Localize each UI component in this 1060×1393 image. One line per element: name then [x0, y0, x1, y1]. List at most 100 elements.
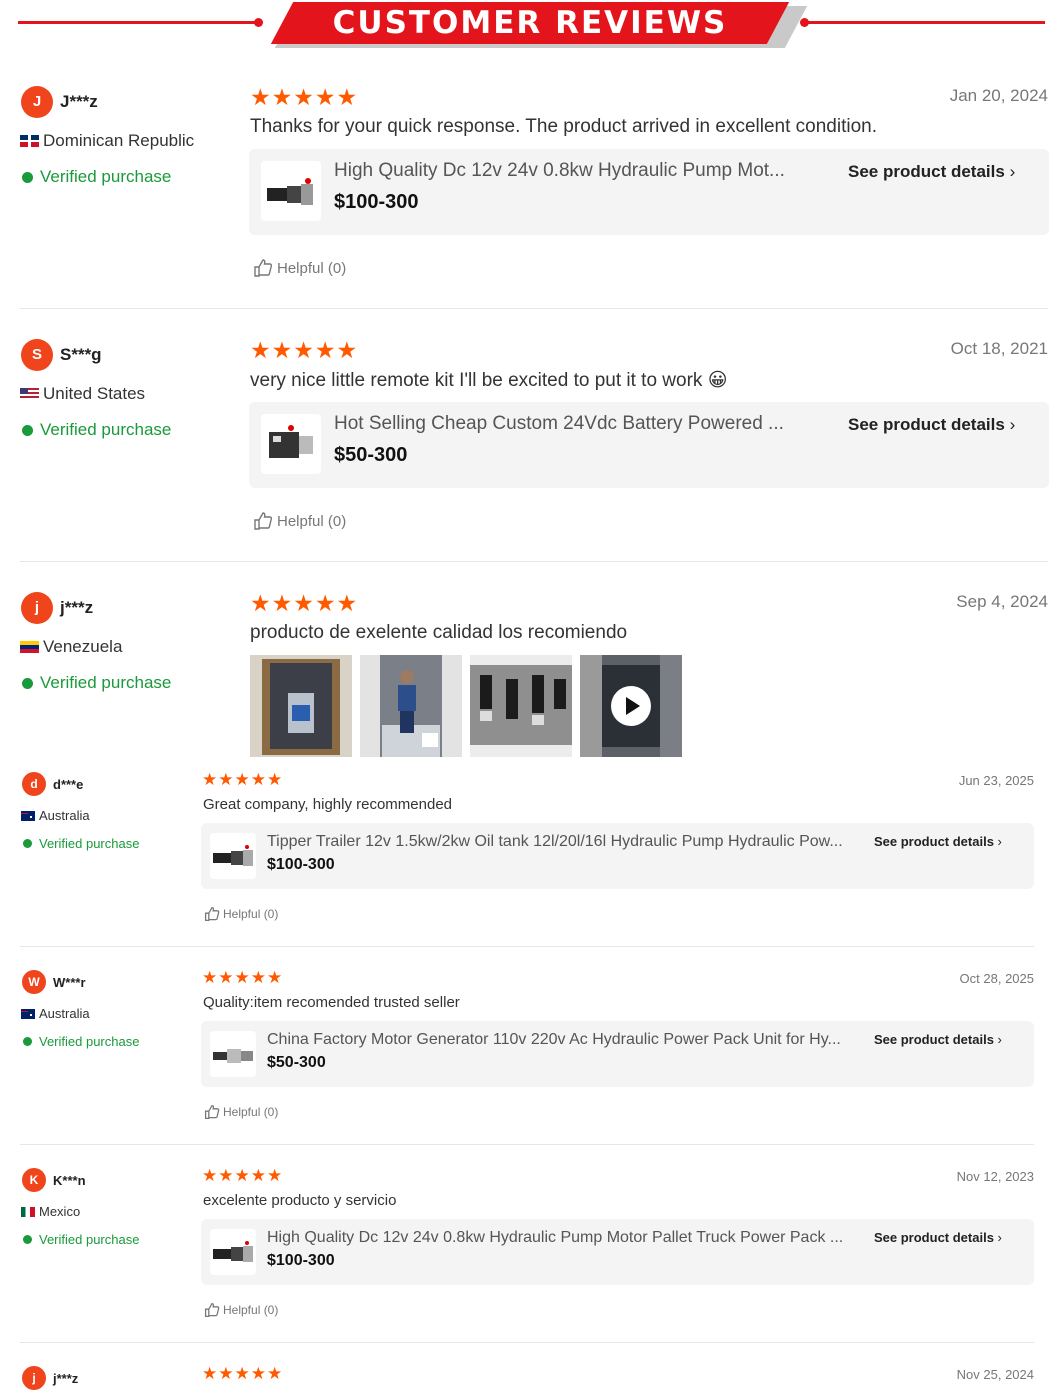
product-price: $100-300: [267, 1252, 335, 1269]
review-text: excelente producto y servicio: [203, 1192, 397, 1209]
product-thumbnail[interactable]: [261, 414, 321, 474]
helpful-label[interactable]: Helpful (0): [223, 907, 278, 921]
review-divider: [20, 1342, 1034, 1343]
see-product-details-link[interactable]: See product details ›: [874, 834, 1002, 849]
helpful-label[interactable]: Helpful (0): [223, 1105, 278, 1119]
review-text: Quality:item recomended trusted seller: [203, 994, 460, 1011]
star-rating: ★★★★★: [202, 1364, 284, 1383]
see-product-details-label[interactable]: See product details: [874, 834, 994, 849]
review-photo[interactable]: [250, 655, 352, 757]
verified-label: Verified purchase: [39, 1034, 140, 1049]
star-rating: ★★★★★: [202, 968, 284, 987]
reviewer-name: j***z: [53, 1371, 79, 1386]
chevron-right-icon: ›: [1009, 415, 1016, 434]
product-name[interactable]: High Quality Dc 12v 24v 0.8kw Hydraulic …: [334, 160, 839, 182]
thumbs-up-icon: [204, 906, 220, 922]
flag-united-states-icon: [20, 388, 39, 400]
flag-australia-icon: [21, 810, 35, 821]
reviewer-country: United States: [20, 384, 145, 404]
header-dot-left: [254, 18, 263, 27]
verified-label: Verified purchase: [39, 836, 140, 851]
product-thumbnail[interactable]: [210, 833, 256, 879]
review-date: Jun 23, 2025: [958, 773, 1034, 788]
reviewer-name: W***r: [53, 975, 86, 990]
product-thumbnail[interactable]: [261, 161, 321, 221]
see-product-details-label[interactable]: See product details: [874, 1230, 994, 1245]
see-product-details-link[interactable]: See product details ›: [848, 162, 1015, 182]
reviewer-name: d***e: [53, 777, 84, 792]
review-date: Nov 12, 2023: [956, 1169, 1034, 1184]
reviewer-name: j***z: [60, 598, 94, 617]
country-label: Venezuela: [43, 637, 123, 656]
see-product-details-link[interactable]: See product details ›: [874, 1230, 1002, 1245]
product-card[interactable]: High Quality Dc 12v 24v 0.8kw Hydraulic …: [249, 149, 1049, 235]
reviewer-name: J***z: [60, 92, 98, 111]
review-date: Jan 20, 2024: [949, 86, 1048, 105]
reviewer-country: Mexico: [21, 1204, 80, 1219]
header-dot-right: [800, 18, 809, 27]
see-product-details-link[interactable]: See product details ›: [848, 415, 1015, 435]
header-line-left: [18, 21, 258, 24]
verified-badge: Verified purchase: [22, 167, 171, 187]
helpful-label[interactable]: Helpful (0): [277, 513, 346, 530]
product-price: $100-300: [267, 856, 335, 873]
helpful-button[interactable]: Helpful (0): [253, 258, 346, 278]
verified-check-icon: [23, 1037, 32, 1046]
product-card[interactable]: Hot Selling Cheap Custom 24Vdc Battery P…: [249, 402, 1049, 488]
review-photo[interactable]: [360, 655, 462, 757]
helpful-button[interactable]: Helpful (0): [204, 1302, 278, 1318]
avatar: W: [22, 970, 46, 994]
product-name[interactable]: High Quality Dc 12v 24v 0.8kw Hydraulic …: [267, 1229, 862, 1247]
chevron-right-icon: ›: [1009, 162, 1016, 181]
helpful-label[interactable]: Helpful (0): [277, 260, 346, 277]
flag-australia-icon: [21, 1008, 35, 1019]
verified-label: Verified purchase: [40, 673, 172, 692]
flag-venezuela-icon: [20, 641, 39, 653]
page-title: CUSTOMER REVIEWS: [332, 5, 728, 41]
reviewer-country: Dominican Republic: [20, 131, 194, 151]
thumbs-up-icon: [204, 1302, 220, 1318]
product-name[interactable]: Tipper Trailer 12v 1.5kw/2kw Oil tank 12…: [267, 833, 862, 851]
product-name[interactable]: China Factory Motor Generator 110v 220v …: [267, 1031, 862, 1049]
reviews-header: CUSTOMER REVIEWS: [0, 0, 1060, 50]
product-price: $50-300: [334, 444, 408, 466]
helpful-label[interactable]: Helpful (0): [223, 1303, 278, 1317]
review-photo[interactable]: [470, 655, 572, 757]
country-label: Dominican Republic: [43, 131, 195, 150]
country-label: Mexico: [39, 1204, 81, 1219]
product-card[interactable]: China Factory Motor Generator 110v 220v …: [201, 1021, 1034, 1087]
helpful-button[interactable]: Helpful (0): [204, 1104, 278, 1120]
helpful-button[interactable]: Helpful (0): [204, 906, 278, 922]
review-text: Thanks for your quick response. The prod…: [250, 116, 877, 137]
see-product-details-label[interactable]: See product details: [848, 162, 1005, 181]
avatar: J: [21, 86, 53, 118]
product-price: $100-300: [334, 191, 419, 213]
see-product-details-label[interactable]: See product details: [874, 1032, 994, 1047]
verified-check-icon: [23, 839, 32, 848]
avatar: j: [21, 592, 53, 624]
review-text: Great company, highly recommended: [203, 796, 453, 813]
header-line-right: [804, 21, 1045, 24]
review-video[interactable]: [580, 655, 682, 757]
country-label: Australia: [39, 808, 90, 823]
product-card[interactable]: Tipper Trailer 12v 1.5kw/2kw Oil tank 12…: [201, 823, 1034, 889]
verified-check-icon: [22, 677, 33, 689]
product-card[interactable]: High Quality Dc 12v 24v 0.8kw Hydraulic …: [201, 1219, 1034, 1285]
star-rating: ★★★★★: [250, 337, 359, 363]
product-thumbnail[interactable]: [210, 1229, 256, 1275]
review-divider: [20, 308, 1048, 309]
verified-badge: Verified purchase: [22, 420, 171, 440]
verified-badge: Verified purchase: [23, 836, 139, 851]
star-rating: ★★★★★: [250, 84, 359, 110]
product-name[interactable]: Hot Selling Cheap Custom 24Vdc Battery P…: [334, 413, 839, 435]
star-rating: ★★★★★: [202, 1166, 284, 1185]
country-label: Australia: [39, 1006, 90, 1021]
verified-badge: Verified purchase: [23, 1232, 139, 1247]
reviewer-country: Australia: [21, 808, 90, 823]
star-rating: ★★★★★: [250, 590, 359, 616]
see-product-details-label[interactable]: See product details: [848, 415, 1005, 434]
product-thumbnail[interactable]: [210, 1031, 256, 1077]
see-product-details-link[interactable]: See product details ›: [874, 1032, 1002, 1047]
play-icon[interactable]: [611, 686, 651, 726]
helpful-button[interactable]: Helpful (0): [253, 511, 346, 531]
